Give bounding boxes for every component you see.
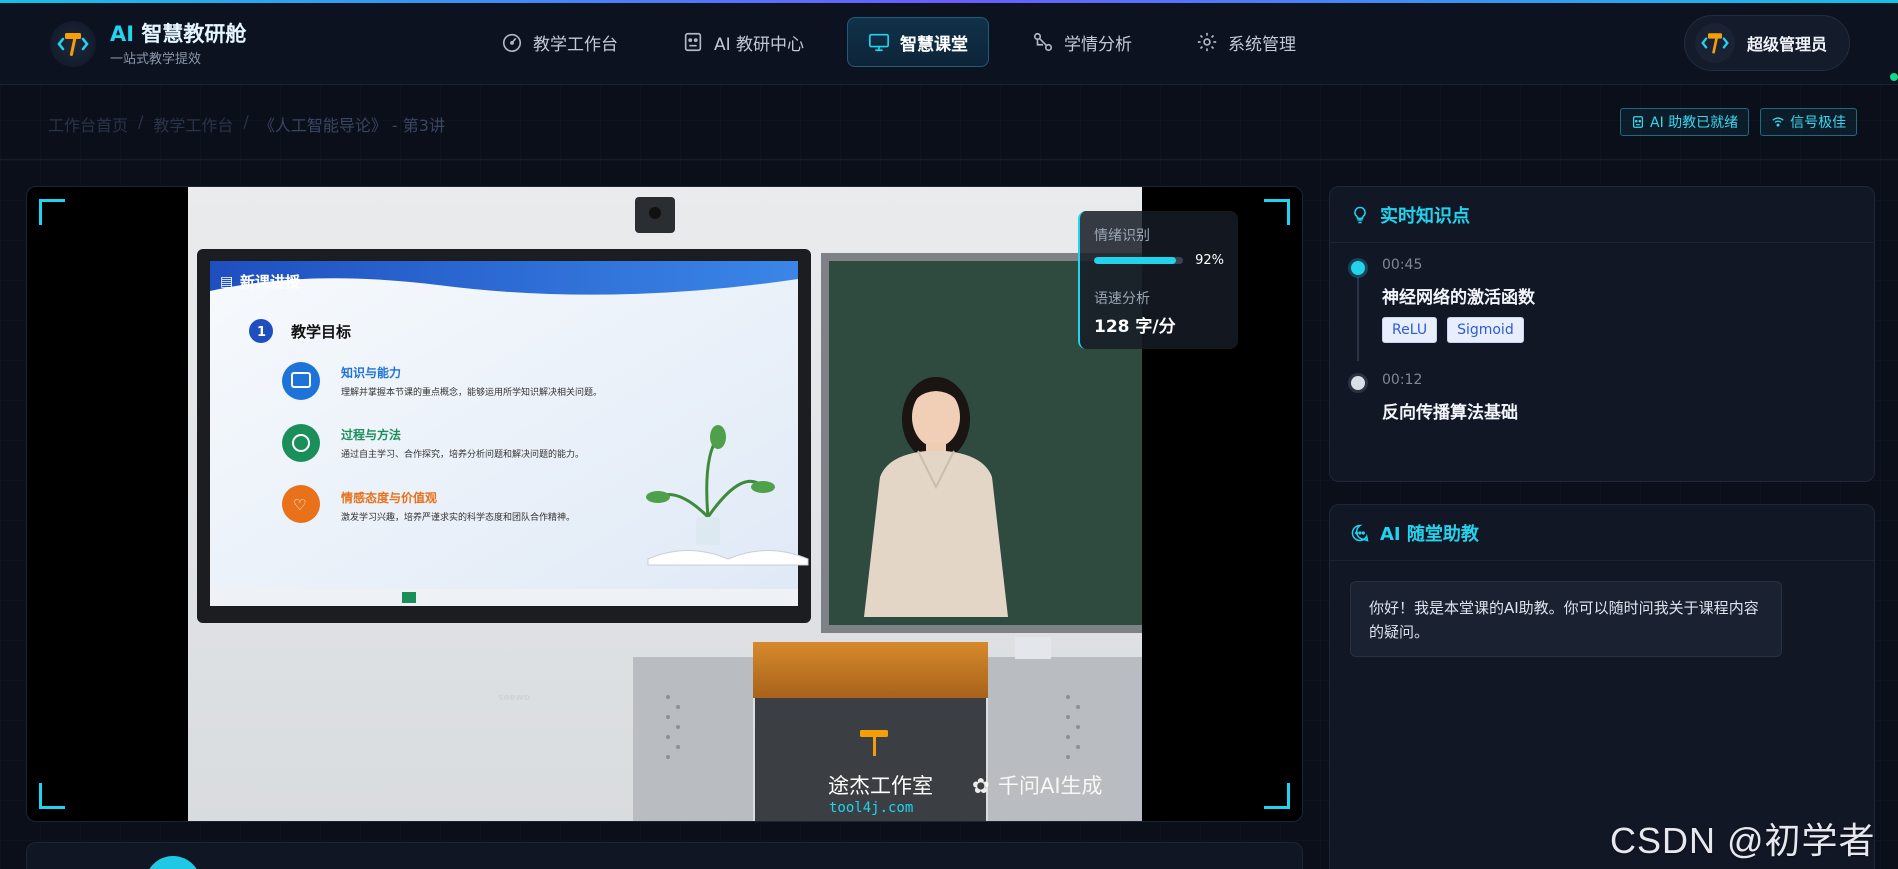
avatar bbox=[1695, 23, 1735, 63]
slide-point-text: 激发学习兴趣，培养严谨求实的科学态度和团队合作精神。 bbox=[341, 511, 575, 523]
wifi-icon bbox=[1772, 117, 1784, 127]
emotion-label: 情绪识别 bbox=[1094, 228, 1150, 244]
slide-goal-number: 1 bbox=[257, 325, 266, 340]
analytics-icon bbox=[1033, 32, 1053, 52]
emotion-progress-fill bbox=[1094, 257, 1176, 264]
brand-title: 智慧教研舱 bbox=[141, 21, 247, 46]
nav-item-learning-analytics[interactable]: 学情分析 bbox=[1011, 17, 1153, 67]
nav-item-ai-research[interactable]: AI 教研中心 bbox=[661, 17, 825, 67]
nav-label: AI 教研中心 bbox=[714, 34, 805, 55]
dashboard-icon bbox=[502, 33, 522, 52]
nav-label: 教学工作台 bbox=[533, 34, 618, 55]
nav-item-smart-classroom[interactable]: 智慧课堂 bbox=[847, 17, 990, 67]
knowledge-panel-title: 实时知识点 bbox=[1380, 205, 1470, 227]
speed-label: 语速分析 bbox=[1094, 291, 1150, 307]
status-badge-label: AI 助教已就绪 bbox=[1650, 115, 1739, 131]
ai-assistant-panel-header: AI 随堂助教 bbox=[1330, 505, 1874, 561]
slide-point-text: 通过自主学习、合作探究，培养分析问题和解决问题的能力。 bbox=[341, 448, 584, 460]
emotion-value: 92% bbox=[1195, 253, 1224, 268]
analysis-overlay-card: 情绪识别 92% 语速分析 128 字/分 bbox=[1078, 211, 1238, 349]
frame-corner bbox=[1264, 783, 1290, 809]
nav-item-teaching-workbench[interactable]: 教学工作台 bbox=[480, 17, 639, 67]
user-menu[interactable]: 超级管理员 bbox=[1684, 15, 1850, 71]
ai-assistant-status-badge: AI 助教已就绪 bbox=[1620, 108, 1750, 136]
breadcrumb-current: 《人工智能导论》 - 第3讲 bbox=[258, 116, 445, 135]
brand-logo-icon bbox=[50, 21, 96, 67]
brand-title-prefix: AI bbox=[110, 21, 135, 46]
status-badge-label: 信号极佳 bbox=[1790, 115, 1847, 131]
timeline-line bbox=[1357, 277, 1359, 361]
brand[interactable]: AI 智慧教研舱 一站式教学提效 bbox=[50, 21, 246, 67]
ai-generated-mark: 千问AI生成 bbox=[998, 774, 1103, 798]
slide-point-text: 理解并掌握本节课的重点概念，能够运用所学知识解决相关问题。 bbox=[341, 386, 602, 398]
knowledge-panel-header: 实时知识点 bbox=[1330, 187, 1874, 243]
user-name: 超级管理员 bbox=[1747, 35, 1828, 54]
timeline-title: 神经网络的激活函数 bbox=[1382, 288, 1535, 308]
speed-value: 128 字/分 bbox=[1094, 317, 1176, 337]
top-header: AI 智慧教研舱 一站式教学提效 教学工作台 AI 教研中心 智慧课堂 学情分析… bbox=[0, 3, 1898, 85]
assistant-message-bubble: 你好！我是本堂课的AI助教。你可以随时问我关于课程内容的疑问。 bbox=[1350, 581, 1782, 657]
slide-header: 新课讲授 bbox=[240, 273, 301, 291]
brand-subtitle: 一站式教学提效 bbox=[110, 51, 202, 67]
status-tags: AI 助教已就绪 信号极佳 bbox=[1620, 108, 1858, 136]
nav-label: 智慧课堂 bbox=[900, 34, 969, 55]
timeline-title: 反向传播算法基础 bbox=[1382, 403, 1518, 423]
studio-url: tool4j.com bbox=[829, 800, 913, 816]
nav-label: 学情分析 bbox=[1064, 34, 1133, 55]
gear-icon bbox=[1197, 32, 1217, 52]
knowledge-tag[interactable]: ReLU bbox=[1382, 317, 1438, 343]
signal-status-badge: 信号极佳 bbox=[1760, 108, 1858, 136]
svg-text:♡: ♡ bbox=[293, 496, 306, 514]
lightbulb-icon bbox=[1354, 206, 1366, 223]
bottom-panel bbox=[26, 842, 1303, 869]
studio-name: 途杰工作室 bbox=[828, 774, 933, 798]
timeline-dot bbox=[1351, 376, 1365, 390]
monitor-icon bbox=[869, 33, 890, 52]
slide-goal-title: 教学目标 bbox=[290, 323, 351, 341]
slide-point-title: 过程与方法 bbox=[341, 427, 401, 442]
timeline-time: 00:12 bbox=[1382, 372, 1423, 388]
breadcrumb: 工作台首页 / 教学工作台 / 《人工智能导论》 - 第3讲 bbox=[48, 112, 445, 136]
robot-icon bbox=[684, 32, 702, 52]
timeline-tags: ReLU Sigmoid bbox=[1382, 317, 1524, 343]
svg-text:✿: ✿ bbox=[972, 774, 990, 798]
emotion-progress-bar bbox=[1094, 257, 1184, 264]
knowledge-tag[interactable]: Sigmoid bbox=[1447, 317, 1524, 343]
slide-point-title: 知识与能力 bbox=[340, 365, 401, 380]
ai-assistant-panel-title: AI 随堂助教 bbox=[1380, 523, 1479, 545]
nav-item-system-settings[interactable]: 系统管理 bbox=[1175, 17, 1317, 67]
tv-brand: seewo bbox=[498, 693, 530, 703]
slide-point-title: 情感态度与价值观 bbox=[341, 490, 437, 505]
timeline-time: 00:45 bbox=[1382, 257, 1423, 273]
classroom-video-frame: ▤ 新课讲授 1 教学目标 知识与能力 理解并掌握本节课的重点概念，能够运用所学… bbox=[188, 187, 1142, 821]
frame-corner bbox=[39, 199, 65, 225]
breadcrumb-separator: / bbox=[138, 112, 144, 131]
csdn-watermark: CSDN @初学者 ↑ bbox=[1610, 820, 1876, 869]
breadcrumb-item[interactable]: 教学工作台 bbox=[153, 112, 233, 136]
main-nav: 教学工作台 AI 教研中心 智慧课堂 学情分析 系统管理 bbox=[480, 17, 1339, 67]
breadcrumb-item[interactable]: 工作台首页 bbox=[48, 112, 128, 136]
timeline-dot bbox=[1351, 261, 1365, 275]
knowledge-panel: 实时知识点 00:45 神经网络的激活函数 ReLU Sigmoid 00:12… bbox=[1329, 186, 1875, 482]
robot-icon bbox=[1633, 116, 1643, 128]
frame-corner bbox=[1264, 199, 1290, 225]
frame-corner bbox=[39, 783, 65, 809]
online-status-dot bbox=[1890, 73, 1898, 81]
breadcrumb-separator: / bbox=[243, 112, 249, 131]
chat-bubble-icon bbox=[1351, 524, 1369, 542]
breadcrumb-bar: 工作台首页 / 教学工作台 / 《人工智能导论》 - 第3讲 AI 助教已就绪 … bbox=[0, 86, 1898, 160]
nav-label: 系统管理 bbox=[1228, 34, 1297, 55]
svg-text:▤: ▤ bbox=[220, 274, 233, 290]
